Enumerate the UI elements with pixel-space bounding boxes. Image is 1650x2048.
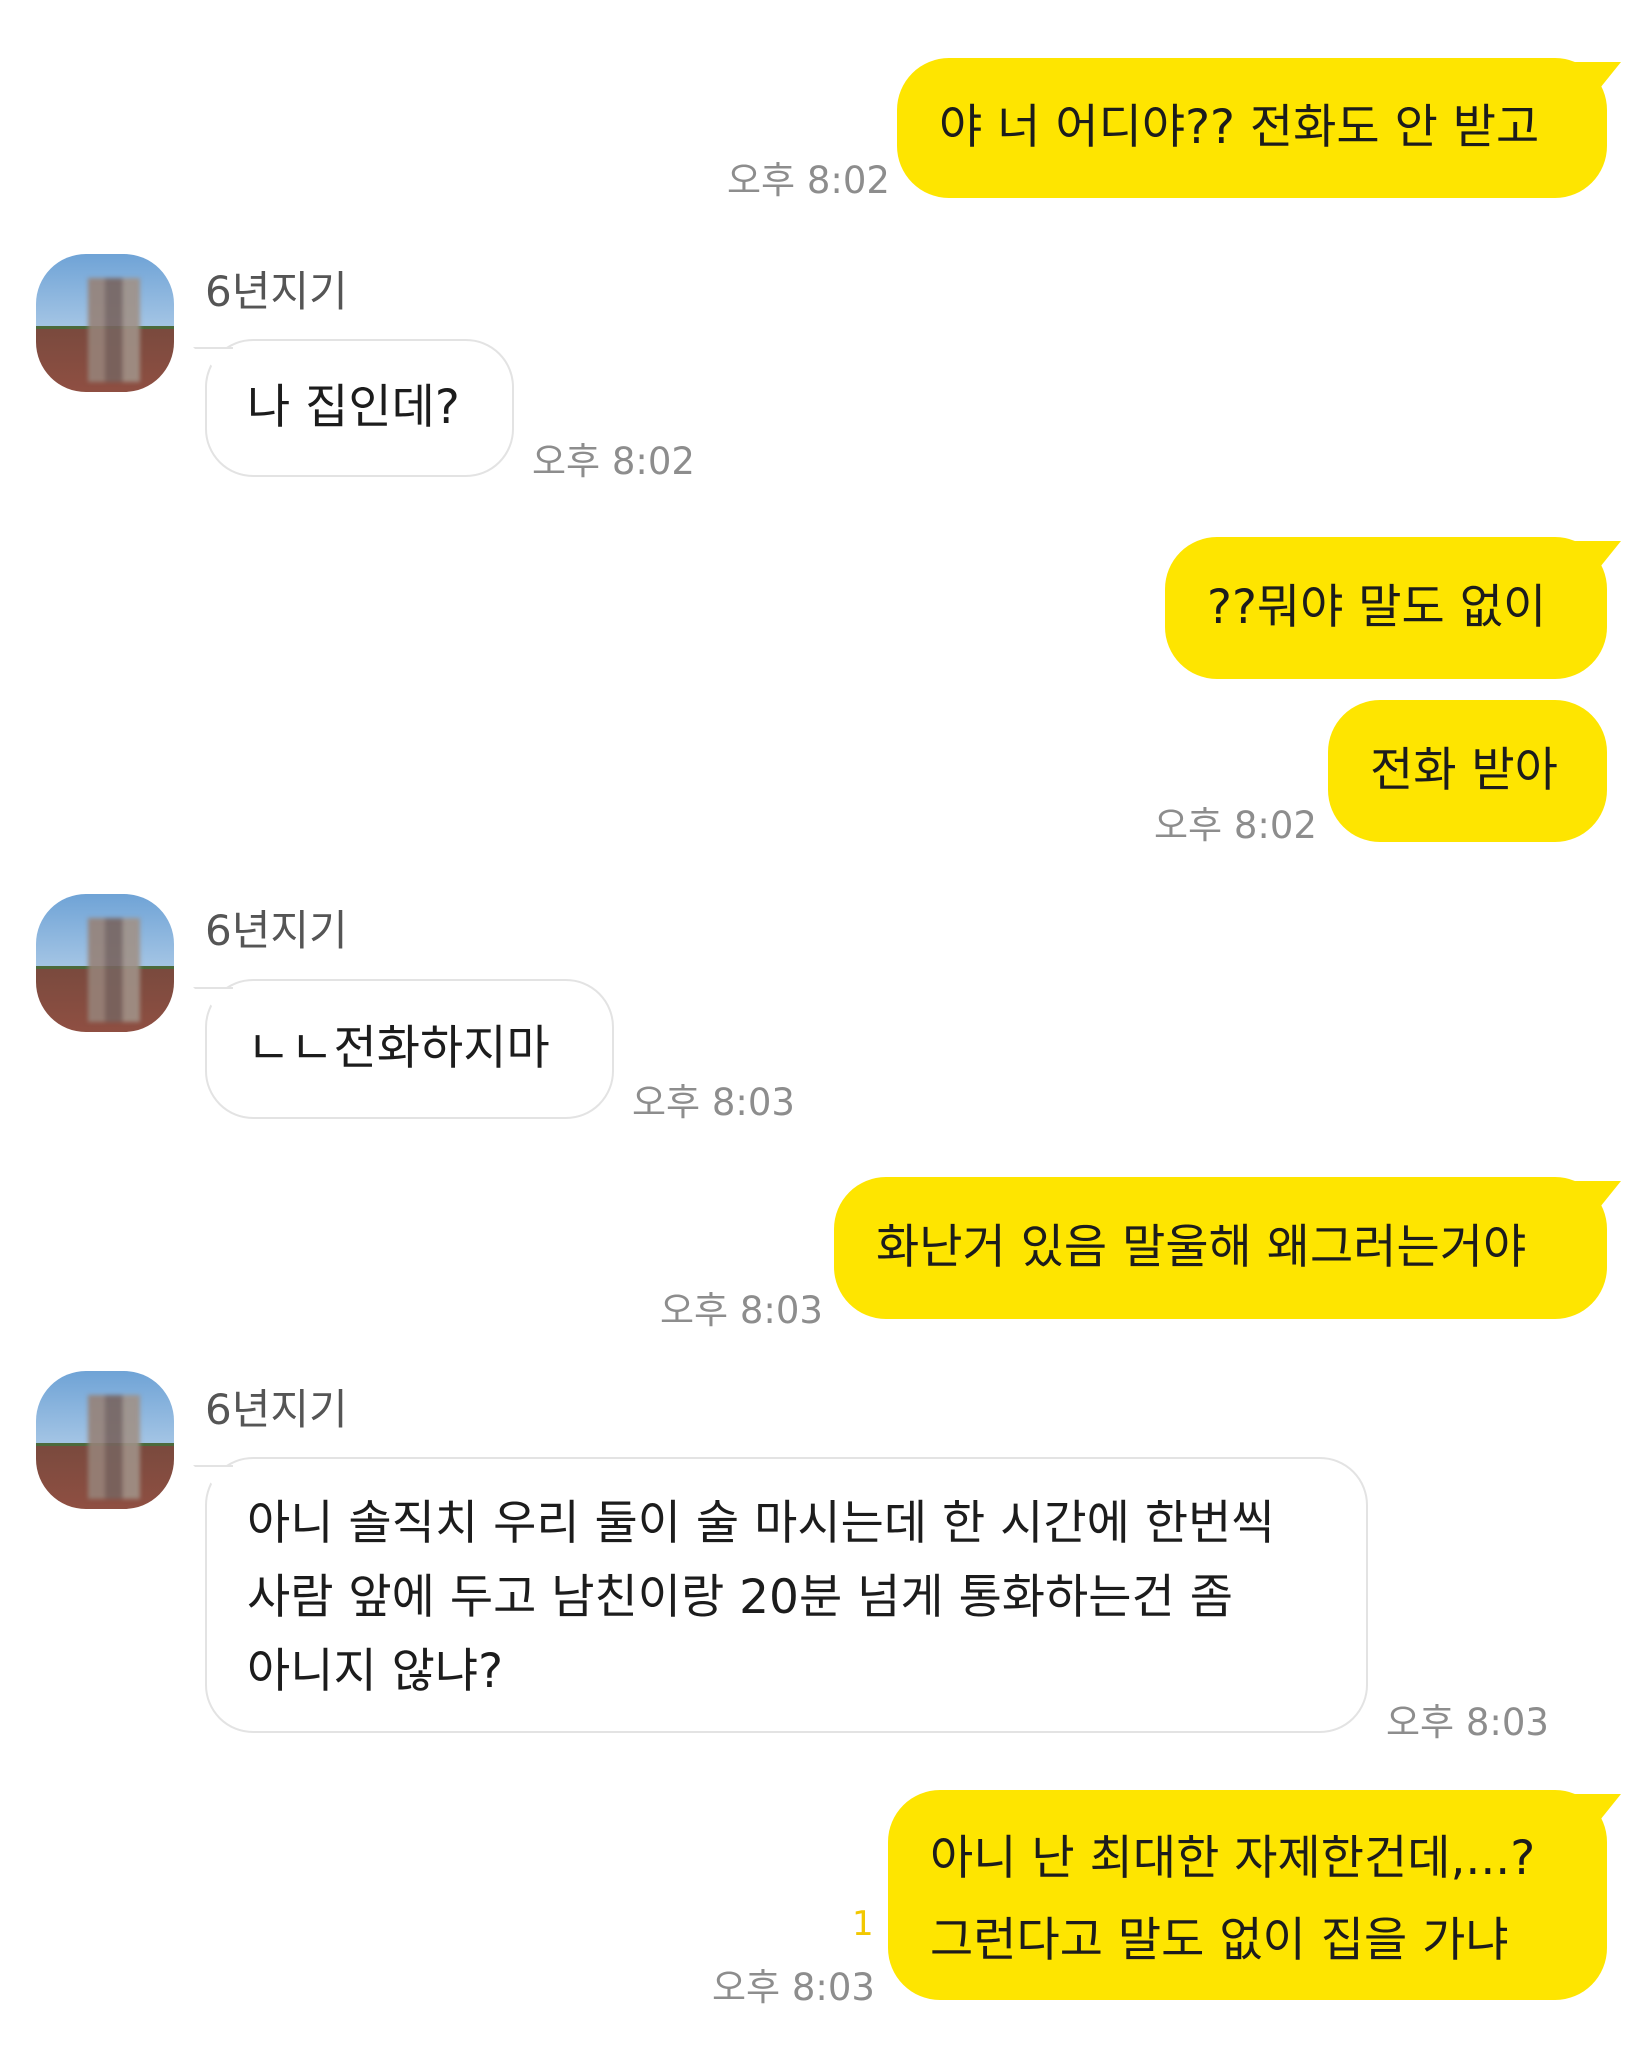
message-time: 오후 8:03 — [632, 1081, 795, 1124]
their-message-bubble[interactable]: 나 집인데? — [205, 339, 514, 477]
contact-name: 6년지기 — [205, 906, 348, 955]
message-text: 야 너 어디야?? 전화도 안 받고 — [939, 100, 1540, 155]
message-time: 오후 8:03 — [1386, 1701, 1549, 1744]
contact-avatar[interactable] — [36, 894, 174, 1032]
my-message-bubble[interactable]: 야 너 어디야?? 전화도 안 받고 — [897, 58, 1607, 198]
my-message-bubble[interactable]: 아니 난 최대한 자제한건데,...? 그런다고 말도 없이 집을 가냐 — [888, 1790, 1607, 2000]
message-line: 아니 솔직치 우리 둘이 술 마시는데 한 시간에 한번씩 — [247, 1496, 1275, 1551]
their-message-bubble[interactable]: ㄴㄴ전화하지마 — [205, 979, 614, 1119]
message-line: 그런다고 말도 없이 집을 가냐 — [930, 1913, 1509, 1968]
message-text: 나 집인데? — [247, 380, 460, 435]
message-line: 아니 난 최대한 자제한건데,...? — [930, 1831, 1536, 1886]
message-time: 오후 8:03 — [660, 1289, 823, 1332]
message-time: 오후 8:02 — [1154, 804, 1317, 847]
their-message-bubble[interactable]: 아니 솔직치 우리 둘이 술 마시는데 한 시간에 한번씩 사람 앞에 두고 남… — [205, 1457, 1368, 1733]
my-message-bubble[interactable]: 화난거 있음 말울해 왜그러는거야 — [834, 1177, 1607, 1319]
message-text: 전화 받아 — [1370, 743, 1558, 798]
message-line: 아니지 않냐? — [247, 1644, 504, 1699]
message-text: 화난거 있음 말울해 왜그러는거야 — [876, 1220, 1527, 1275]
contact-avatar[interactable] — [36, 254, 174, 392]
my-message-bubble[interactable]: ??뭐야 말도 없이 — [1165, 537, 1607, 679]
message-time: 오후 8:03 — [712, 1966, 875, 2009]
message-line: 사람 앞에 두고 남친이랑 20분 넘게 통화하는건 좀 — [247, 1570, 1233, 1625]
contact-avatar[interactable] — [36, 1371, 174, 1509]
message-time: 오후 8:02 — [727, 159, 890, 202]
unread-count: 1 — [852, 1904, 874, 1944]
contact-name: 6년지기 — [205, 1385, 348, 1434]
message-time: 오후 8:02 — [532, 440, 695, 483]
contact-name: 6년지기 — [205, 267, 348, 316]
my-message-bubble[interactable]: 전화 받아 — [1328, 700, 1607, 842]
message-text: ㄴㄴ전화하지마 — [247, 1021, 550, 1076]
message-text: ??뭐야 말도 없이 — [1207, 580, 1547, 635]
